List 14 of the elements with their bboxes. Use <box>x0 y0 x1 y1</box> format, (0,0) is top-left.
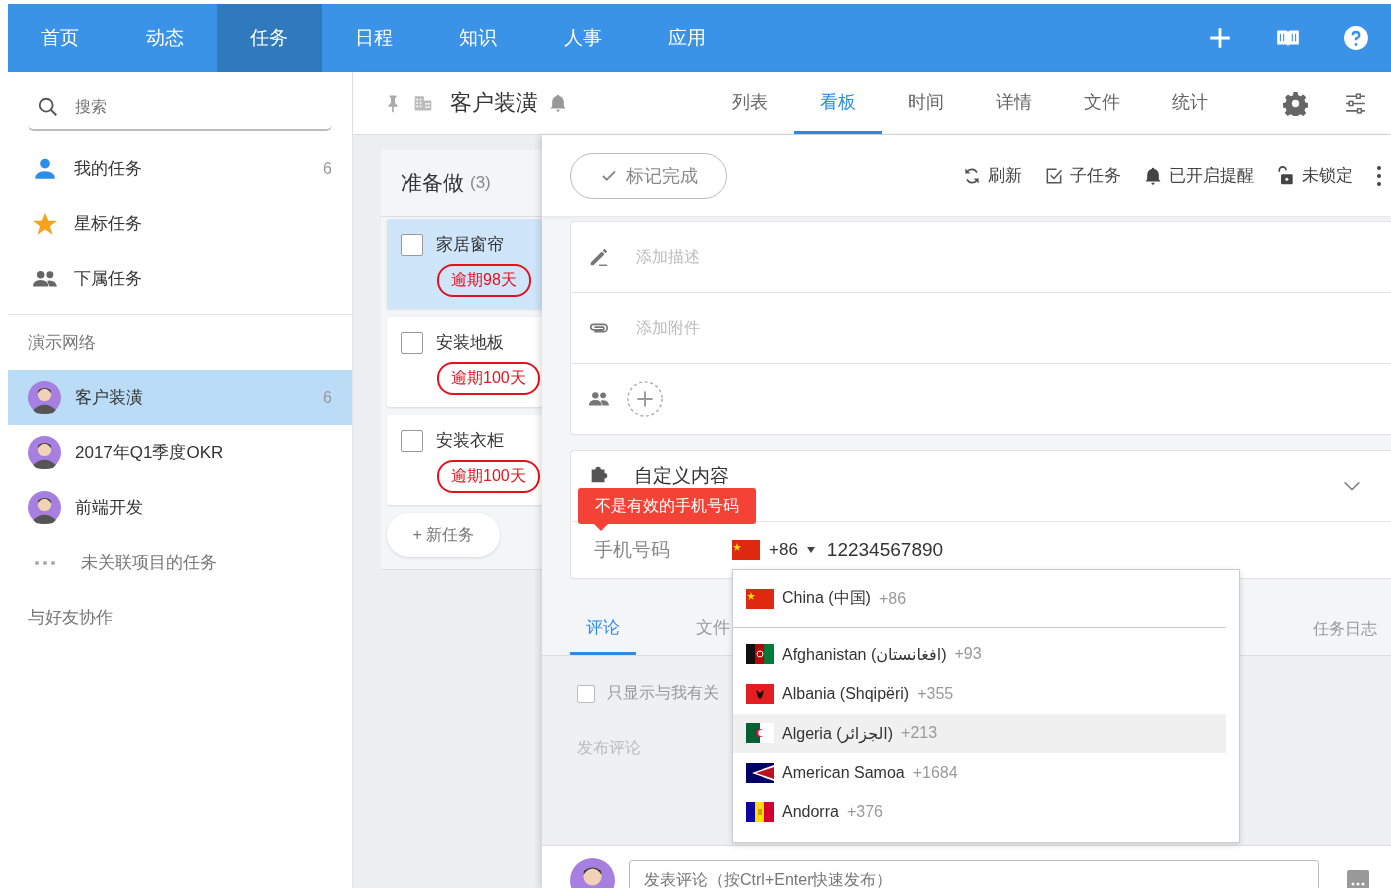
column-count: (3) <box>470 173 491 193</box>
section-title: 自定义内容 <box>634 464 730 488</box>
column-title: 准备做 <box>401 170 464 196</box>
project-title: 客户装潢 <box>450 89 538 117</box>
overdue-badge: 逾期100天 <box>437 460 540 493</box>
overdue-badge: 逾期98天 <box>437 264 531 297</box>
overdue-badge: 逾期100天 <box>437 362 540 395</box>
task-title: 安装衣柜 <box>436 430 504 452</box>
section-heading: 演示网络 <box>27 332 97 354</box>
section-heading: 与好友协作 <box>27 607 114 629</box>
field-label: 手机号码 <box>594 538 671 562</box>
error-tooltip: 不是有效的手机号码 <box>578 488 756 531</box>
task-title: 安装地板 <box>436 332 504 354</box>
task-title: 家居窗帘 <box>436 234 504 256</box>
